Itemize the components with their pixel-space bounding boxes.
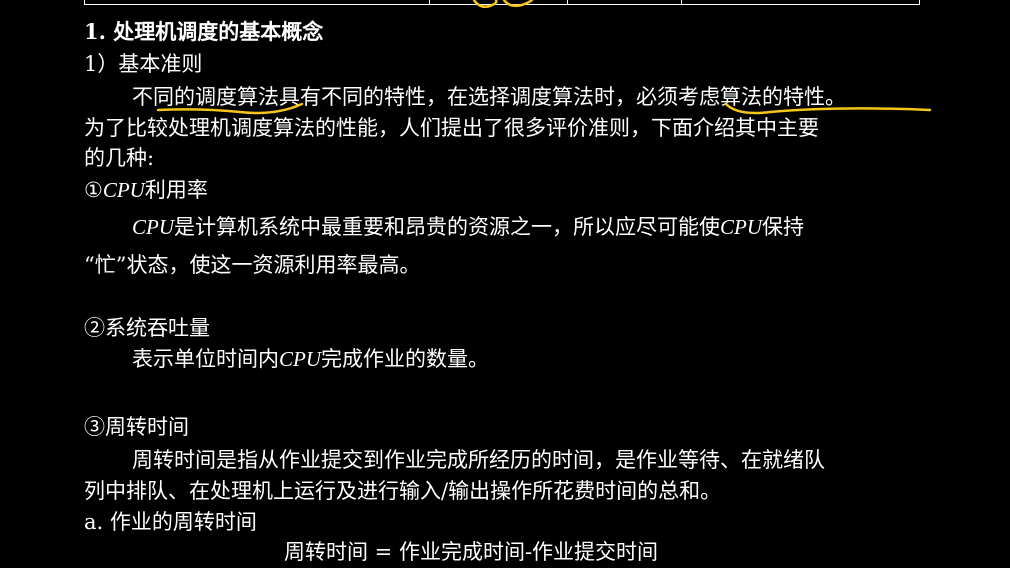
criterion-turnaround-heading: ③周转时间: [84, 414, 189, 440]
criterion-name: 周转时间: [105, 415, 189, 439]
criterion-turnaround-description-line-2: 列中排队、在处理机上运行及进行输入/输出操作所花费时间的总和。: [84, 479, 722, 503]
description-text: 完成作业的数量。: [321, 347, 489, 371]
table-cell-divider: [681, 0, 682, 5]
intro-paragraph-line-3: 的几种:: [84, 146, 155, 170]
handwritten-scribble-mark: [472, 0, 534, 8]
intro-paragraph-line-1: 不同的调度算法具有不同的特性，在选择调度算法时，必须考虑算法的特性。: [132, 85, 846, 109]
cpu-term: CPU: [720, 215, 762, 239]
criterion-cpu-description-line-2: “忙”状态，使这一资源利用率最高。: [84, 253, 421, 277]
criterion-marker: ①: [84, 178, 103, 202]
description-text: 表示单位时间内: [132, 347, 279, 371]
criterion-cpu-heading: ①CPU利用率: [84, 177, 208, 203]
section-title: 1. 处理机调度的基本概念: [84, 19, 324, 44]
cpu-term: CPU: [279, 347, 321, 371]
criterion-turnaround-description-line-1: 周转时间是指从作业提交到作业完成所经历的时间，是作业等待、在就绪队: [132, 448, 825, 472]
criterion-name: 利用率: [144, 178, 208, 202]
criterion-throughput-description: 表示单位时间内CPU完成作业的数量。: [132, 346, 489, 372]
description-text: 是计算机系统中最重要和昂贵的资源之一，所以应尽可能使: [174, 215, 720, 239]
turnaround-formula: 周转时间 = 作业完成时间-作业提交时间: [284, 540, 659, 564]
intro-paragraph-line-2: 为了比较处理机调度算法的性能，人们提出了很多评价准则，下面介绍其中主要: [84, 116, 819, 140]
cpu-term: CPU: [132, 215, 174, 239]
table-cell-divider: [567, 0, 568, 5]
sub-item-job-turnaround: a. 作业的周转时间: [84, 510, 257, 534]
criterion-marker: ③: [84, 415, 105, 439]
description-text: 保持: [762, 215, 804, 239]
criterion-cpu-description-line-1: CPU是计算机系统中最重要和昂贵的资源之一，所以应尽可能使CPU保持: [132, 214, 804, 240]
criterion-name: 系统吞吐量: [105, 316, 210, 340]
criterion-marker: ②: [84, 316, 105, 340]
subsection-title: 1）基本准则: [84, 52, 203, 76]
cpu-term: CPU: [102, 178, 145, 202]
criterion-throughput-heading: ②系统吞吐量: [84, 315, 210, 341]
table-cell-divider: [429, 0, 430, 5]
